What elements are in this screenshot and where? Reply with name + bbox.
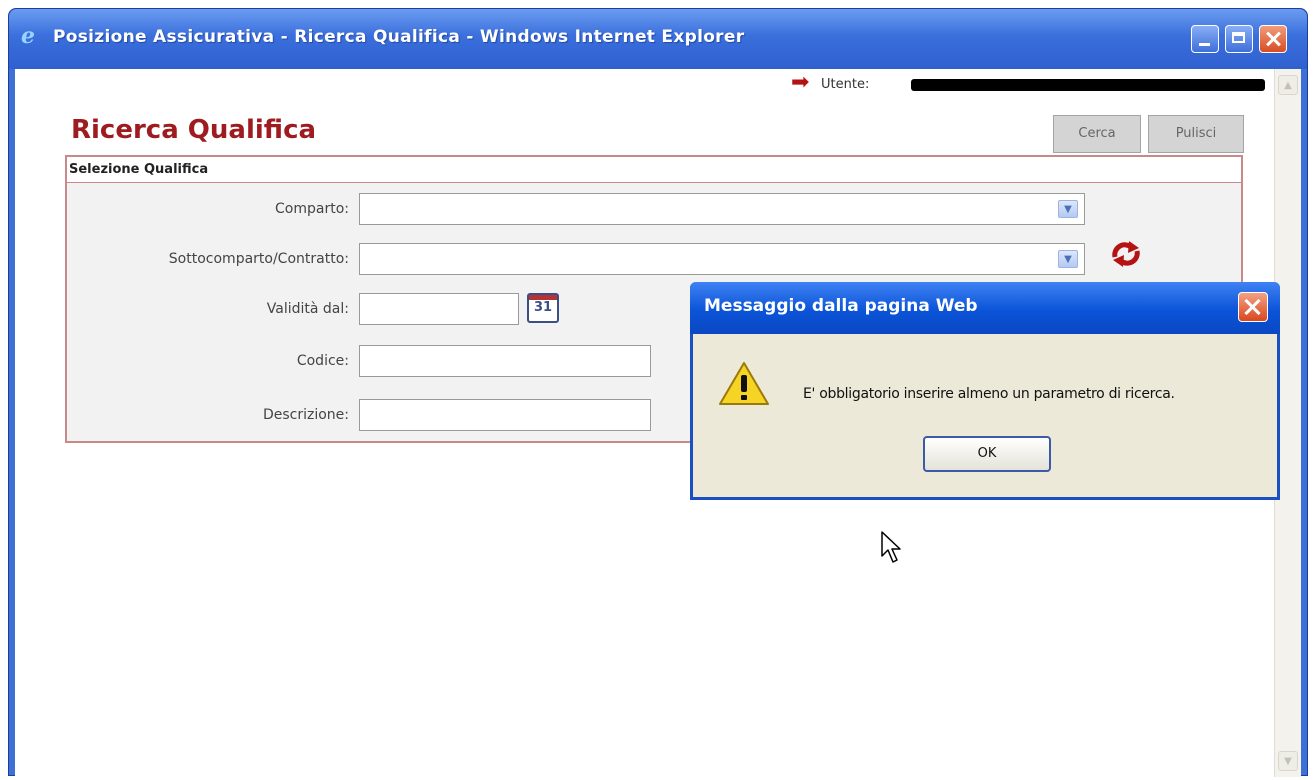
arrow-right-icon: ➡ <box>791 70 810 95</box>
dialog-title: Messaggio dalla pagina Web <box>704 296 978 316</box>
refresh-icon[interactable] <box>1109 239 1143 269</box>
clear-button[interactable]: Pulisci <box>1148 115 1244 153</box>
ie-logo-icon: e <box>21 23 35 49</box>
scroll-down-arrow-icon[interactable]: ▼ <box>1278 751 1298 771</box>
user-label: Utente: <box>821 77 870 92</box>
descrizione-label: Descrizione: <box>262 407 349 423</box>
dialog-close-button[interactable] <box>1238 292 1268 322</box>
comparto-label: Comparto: <box>275 201 349 217</box>
codice-label: Codice: <box>296 353 349 369</box>
search-button[interactable]: Cerca <box>1053 115 1141 153</box>
validita-label: Validità dal: <box>266 301 349 317</box>
chevron-down-icon[interactable]: ▼ <box>1058 200 1078 218</box>
dialog-message: E' obbligatorio inserire almeno un param… <box>803 386 1175 402</box>
page-title: Ricerca Qualifica <box>71 115 317 145</box>
window-title: Posizione Assicurativa - Ricerca Qualifi… <box>53 27 745 47</box>
minimize-button[interactable] <box>1191 25 1219 53</box>
dialog-title-bar[interactable]: Messaggio dalla pagina Web <box>690 282 1280 334</box>
panel-header: Selezione Qualifica <box>67 157 1241 183</box>
maximize-button[interactable] <box>1225 25 1253 53</box>
window-title-bar[interactable]: e Posizione Assicurativa - Ricerca Quali… <box>9 9 1307 69</box>
chevron-down-icon[interactable]: ▼ <box>1058 250 1078 268</box>
ok-button[interactable]: OK <box>923 436 1051 472</box>
validita-date-input[interactable] <box>359 293 519 325</box>
sottocomparto-label: Sottocomparto/Contratto: <box>168 251 349 267</box>
scroll-up-arrow-icon[interactable]: ▲ <box>1278 75 1298 95</box>
comparto-select[interactable]: ▼ <box>359 193 1085 225</box>
sottocomparto-select[interactable]: ▼ <box>359 243 1085 275</box>
calendar-icon[interactable]: 31 <box>527 293 559 323</box>
codice-input[interactable] <box>359 345 651 377</box>
panel-title: Selezione Qualifica <box>69 162 209 177</box>
warning-icon <box>719 362 769 405</box>
descrizione-input[interactable] <box>359 399 651 431</box>
mouse-pointer-icon <box>881 531 901 563</box>
user-name-redacted <box>911 79 1265 91</box>
close-window-button[interactable] <box>1259 25 1287 53</box>
alert-dialog: Messaggio dalla pagina Web E' obbligator… <box>690 282 1280 500</box>
